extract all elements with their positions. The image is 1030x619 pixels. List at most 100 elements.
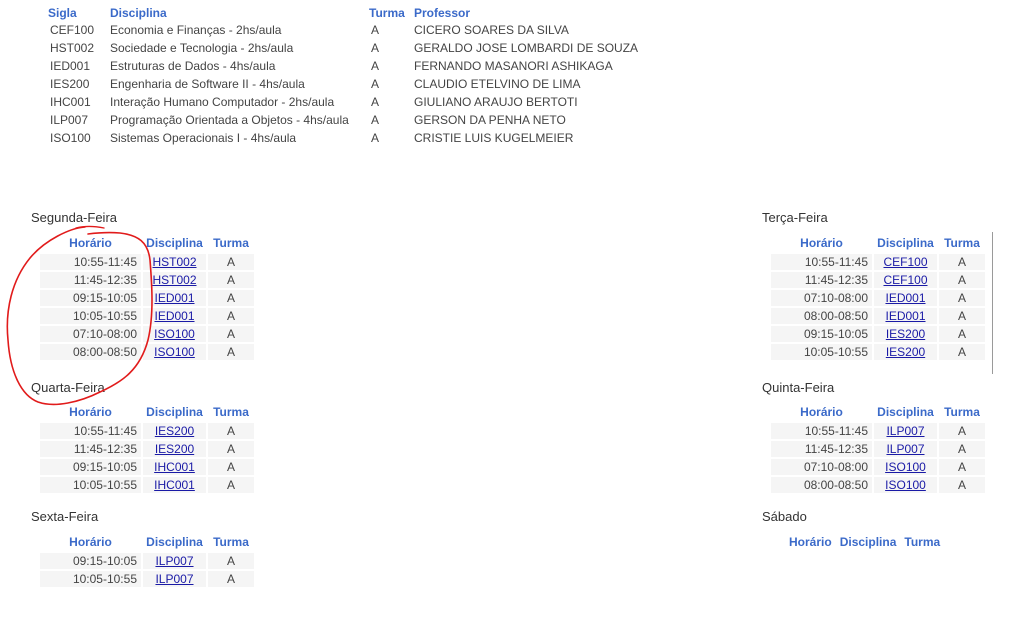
col-turma-header: Turma — [213, 236, 249, 250]
schedule-horario: 11:45-12:35 — [771, 441, 872, 457]
schedule-horario: 11:45-12:35 — [40, 272, 141, 288]
schedule-turma: A — [208, 290, 254, 306]
schedule-disciplina-cell: ILP007 — [143, 571, 206, 587]
schedule-horario: 08:00-08:50 — [771, 477, 872, 493]
discipline-link[interactable]: HST002 — [152, 255, 196, 269]
schedule-turma: A — [208, 326, 254, 342]
schedule-header-row: Horário Disciplina Turma — [771, 403, 985, 421]
schedule-horario: 09:15-10:05 — [40, 290, 141, 306]
discipline-link[interactable]: ISO100 — [885, 478, 926, 492]
discipline-professor: CRISTIE LUIS KUGELMEIER — [414, 131, 574, 145]
schedule-table-quarta: Horário Disciplina Turma 10:55-11:45 IES200 A… — [38, 401, 256, 495]
schedule-turma: A — [208, 459, 254, 475]
schedule-disciplina-cell: HST002 — [143, 254, 206, 270]
col-horario-header: Horário — [800, 236, 843, 250]
discipline-sigla: CEF100 — [50, 23, 95, 37]
schedule-horario: 11:45-12:35 — [771, 272, 872, 288]
scrollbar-track[interactable] — [992, 232, 993, 374]
discipline-link[interactable]: IED001 — [154, 291, 194, 305]
schedule-row: 08:00-08:50 ISO100 A — [771, 477, 985, 493]
schedule-turma: A — [939, 477, 985, 493]
schedule-row: 07:10-08:00 IED001 A — [771, 290, 985, 306]
col-turma-header: Turma — [904, 535, 941, 549]
schedule-disciplina-cell: CEF100 — [874, 272, 937, 288]
discipline-sigla: IED001 — [50, 59, 91, 73]
schedule-turma: A — [939, 290, 985, 306]
schedule-row: 11:45-12:35 HST002 A — [40, 272, 254, 288]
discipline-turma: A — [371, 23, 380, 37]
discipline-link[interactable]: CEF100 — [883, 255, 927, 269]
schedule-table-segunda: Horário Disciplina Turma 10:55-11:45 HST002 A… — [38, 232, 256, 362]
discipline-disciplina: Engenharia de Software II - 4hs/aula — [110, 77, 305, 91]
col-horario-header: Horário — [789, 535, 832, 549]
schedule-horario: 08:00-08:50 — [771, 308, 872, 324]
discipline-row: HST002 Sociedade e Tecnologia - 2hs/aula A… — [44, 39, 642, 57]
schedule-disciplina-cell: ILP007 — [874, 441, 937, 457]
discipline-link[interactable]: IES200 — [155, 442, 194, 456]
discipline-link[interactable]: IHC001 — [154, 478, 195, 492]
schedule-row: 10:55-11:45 HST002 A — [40, 254, 254, 270]
col-horario-header: Horário — [69, 535, 112, 549]
schedule-horario: 10:55-11:45 — [771, 423, 872, 439]
schedule-horario: 10:55-11:45 — [40, 254, 141, 270]
discipline-link[interactable]: IED001 — [885, 309, 925, 323]
col-turma-header: Turma — [213, 535, 249, 549]
discipline-link[interactable]: ISO100 — [885, 460, 926, 474]
schedule-disciplina-cell: IED001 — [143, 308, 206, 324]
schedule-turma: A — [208, 344, 254, 360]
discipline-link[interactable]: ILP007 — [886, 442, 924, 456]
schedule-table-quinta: Horário Disciplina Turma 10:55-11:45 ILP007 A… — [769, 401, 987, 495]
schedule-turma: A — [939, 344, 985, 360]
discipline-professor: CLAUDIO ETELVINO DE LIMA — [414, 77, 581, 91]
schedule-row: 08:00-08:50 ISO100 A — [40, 344, 254, 360]
schedule-horario: 07:10-08:00 — [40, 326, 141, 342]
discipline-link[interactable]: IED001 — [885, 291, 925, 305]
col-disciplina-header: Disciplina — [146, 405, 203, 419]
schedule-turma: A — [208, 441, 254, 457]
discipline-row: IHC001 Interação Humano Computador - 2hs/… — [44, 93, 642, 111]
schedule-horario: 07:10-08:00 — [771, 290, 872, 306]
col-horario-header: Horário — [800, 405, 843, 419]
schedule-turma: A — [939, 423, 985, 439]
discipline-link[interactable]: ILP007 — [155, 572, 193, 586]
discipline-link[interactable]: IHC001 — [154, 460, 195, 474]
discipline-disciplina: Estruturas de Dados - 4hs/aula — [110, 59, 276, 73]
schedule-turma: A — [208, 308, 254, 324]
schedule-row: 11:45-12:35 ILP007 A — [771, 441, 985, 457]
schedule-horario: 10:05-10:55 — [40, 477, 141, 493]
schedule-disciplina-cell: IES200 — [143, 441, 206, 457]
discipline-disciplina: Programação Orientada a Objetos - 4hs/au… — [110, 113, 349, 127]
schedule-horario: 10:05-10:55 — [40, 308, 141, 324]
discipline-link[interactable]: IED001 — [154, 309, 194, 323]
schedule-disciplina-cell: IED001 — [874, 290, 937, 306]
discipline-link[interactable]: ILP007 — [886, 424, 924, 438]
schedule-turma: A — [939, 326, 985, 342]
schedule-row: 10:05-10:55 IHC001 A — [40, 477, 254, 493]
schedule-header-row: Horário Disciplina Turma — [40, 533, 254, 551]
discipline-link[interactable]: IES200 — [886, 327, 925, 341]
discipline-link[interactable]: HST002 — [152, 273, 196, 287]
discipline-sigla: ILP007 — [50, 113, 89, 127]
col-turma-header: Turma — [369, 6, 405, 20]
discipline-link[interactable]: ISO100 — [154, 327, 195, 341]
day-title-sabado: Sábado — [762, 509, 807, 524]
col-disciplina-header: Disciplina — [146, 236, 203, 250]
schedule-table-sabado: Horário Disciplina Turma — [784, 531, 945, 553]
discipline-link[interactable]: ILP007 — [155, 554, 193, 568]
discipline-disciplina: Economia e Finanças - 2hs/aula — [110, 23, 282, 37]
discipline-row: ISO100 Sistemas Operacionais I - 4hs/aula… — [44, 129, 642, 147]
day-title-quarta: Quarta-Feira — [31, 380, 105, 395]
schedule-turma: A — [939, 459, 985, 475]
discipline-sigla: HST002 — [50, 41, 95, 55]
schedule-disciplina-cell: IES200 — [143, 423, 206, 439]
discipline-link[interactable]: ISO100 — [154, 345, 195, 359]
discipline-link[interactable]: CEF100 — [883, 273, 927, 287]
schedule-disciplina-cell: ILP007 — [874, 423, 937, 439]
discipline-link[interactable]: IES200 — [886, 345, 925, 359]
discipline-link[interactable]: IES200 — [155, 424, 194, 438]
schedule-disciplina-cell: ISO100 — [874, 459, 937, 475]
schedule-row: 09:15-10:05 IES200 A — [771, 326, 985, 342]
schedule-horario: 11:45-12:35 — [40, 441, 141, 457]
discipline-professor: CICERO SOARES DA SILVA — [414, 23, 569, 37]
schedule-table-terca: Horário Disciplina Turma 10:55-11:45 CEF100 A… — [769, 232, 987, 362]
